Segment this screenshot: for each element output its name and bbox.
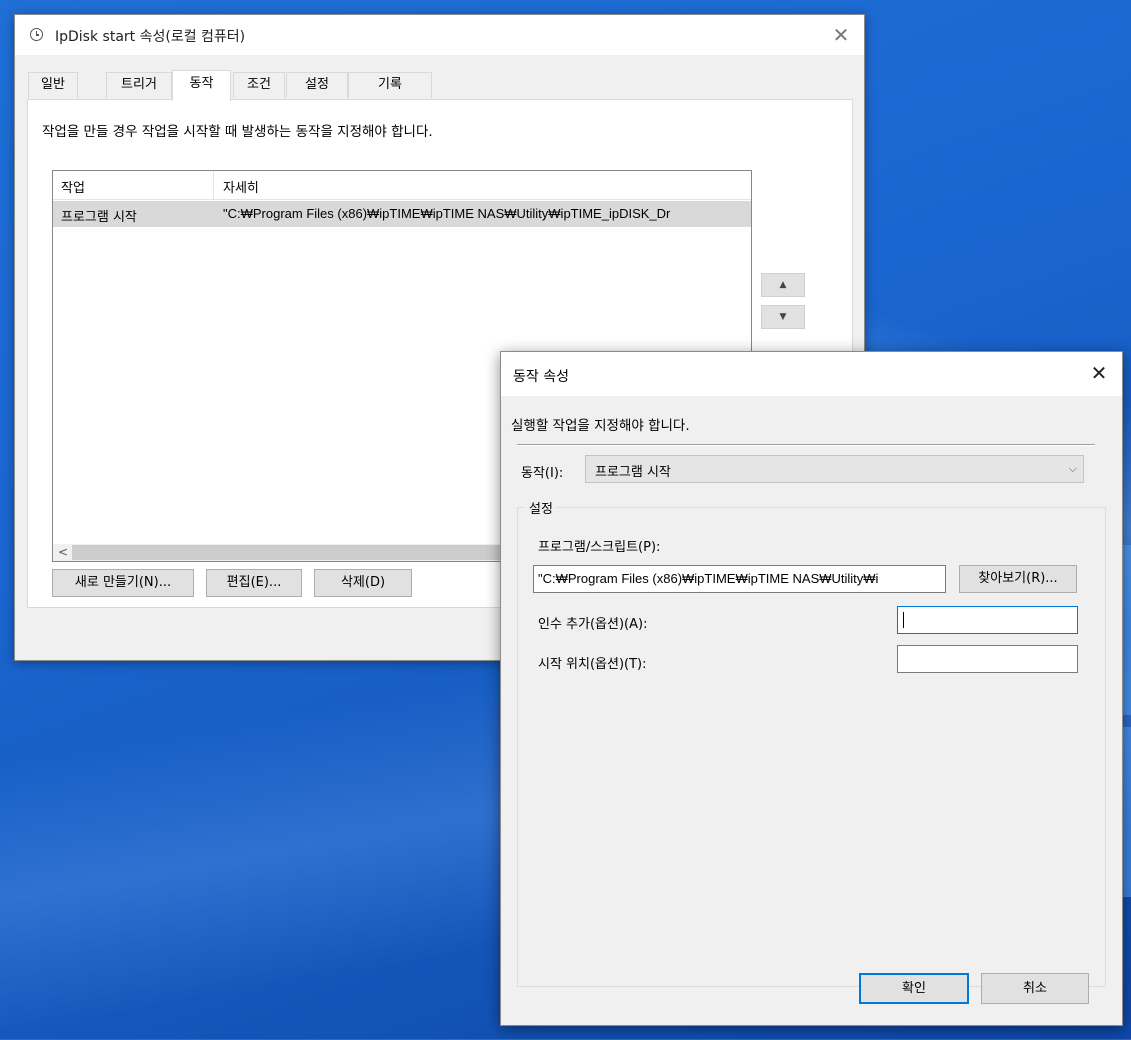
action-select[interactable]: 프로그램 시작 ⌵ [585, 455, 1084, 483]
start-in-field[interactable] [897, 645, 1078, 673]
move-down-button[interactable]: ▼ [761, 305, 805, 329]
tab-history[interactable]: 기록 [348, 72, 432, 98]
new-action-button[interactable]: 새로 만들기(N)... [52, 569, 194, 597]
close-icon[interactable]: ✕ [818, 15, 864, 55]
edit-action-button[interactable]: 편집(E)... [206, 569, 302, 597]
action-properties-dialog: 동작 속성 ✕ 실행할 작업을 지정해야 합니다. 동작(I): 프로그램 시작… [500, 351, 1123, 1026]
tab-triggers[interactable]: 트리거 [106, 72, 172, 98]
actions-description: 작업을 만들 경우 작업을 시작할 때 발생하는 동작을 지정해야 합니다. [42, 124, 433, 140]
cancel-button[interactable]: 취소 [981, 973, 1089, 1004]
dialog-title: 동작 속성 [513, 369, 569, 385]
divider-highlight [517, 445, 1095, 446]
move-up-button[interactable]: ▲ [761, 273, 805, 297]
tab-settings[interactable]: 설정 [286, 72, 348, 98]
list-header: 작업 자세히 [53, 171, 751, 200]
settings-group-title: 설정 [525, 498, 557, 517]
tab-general[interactable]: 일반 [28, 72, 78, 98]
window-title: IpDisk start 속성(로컬 컴퓨터) [55, 29, 246, 45]
action-select-value: 프로그램 시작 [595, 465, 671, 480]
list-item-action: 프로그램 시작 [61, 210, 137, 225]
triangle-up-icon: ▲ [779, 280, 787, 290]
program-label: 프로그램/스크립트(P): [538, 540, 661, 555]
chevron-down-icon[interactable]: ⌵ [1069, 462, 1077, 476]
triangle-down-icon: ▼ [779, 312, 787, 322]
browse-button[interactable]: 찾아보기(R)... [959, 565, 1077, 593]
scroll-left-icon[interactable]: < [55, 544, 71, 561]
arguments-field[interactable] [897, 606, 1078, 634]
start-in-label: 시작 위치(옵션)(T): [538, 657, 647, 672]
text-caret [903, 612, 904, 628]
dialog-description: 실행할 작업을 지정해야 합니다. [511, 418, 690, 434]
ok-button[interactable]: 확인 [859, 973, 969, 1004]
close-icon[interactable]: ✕ [1076, 352, 1122, 396]
action-label: 동작(I): [521, 466, 564, 481]
clock-icon [30, 28, 43, 41]
delete-action-button[interactable]: 삭제(D) [314, 569, 412, 597]
arguments-label: 인수 추가(옵션)(A): [538, 617, 648, 632]
tab-conditions[interactable]: 조건 [233, 72, 285, 98]
column-separator[interactable] [213, 171, 214, 199]
column-header-action[interactable]: 작업 [61, 177, 85, 196]
title-bar[interactable]: IpDisk start 속성(로컬 컴퓨터) ✕ [15, 15, 864, 55]
dialog-title-bar[interactable]: 동작 속성 ✕ [501, 352, 1122, 396]
program-field[interactable]: "C:₩Program Files (x86)₩ipTIME₩ipTIME NA… [533, 565, 946, 593]
tab-actions[interactable]: 동작 [172, 70, 231, 101]
list-item[interactable]: 프로그램 시작 "C:₩Program Files (x86)₩ipTIME₩i… [53, 201, 751, 227]
column-header-details[interactable]: 자세히 [223, 177, 259, 196]
list-item-details: "C:₩Program Files (x86)₩ipTIME₩ipTIME NA… [223, 206, 671, 221]
